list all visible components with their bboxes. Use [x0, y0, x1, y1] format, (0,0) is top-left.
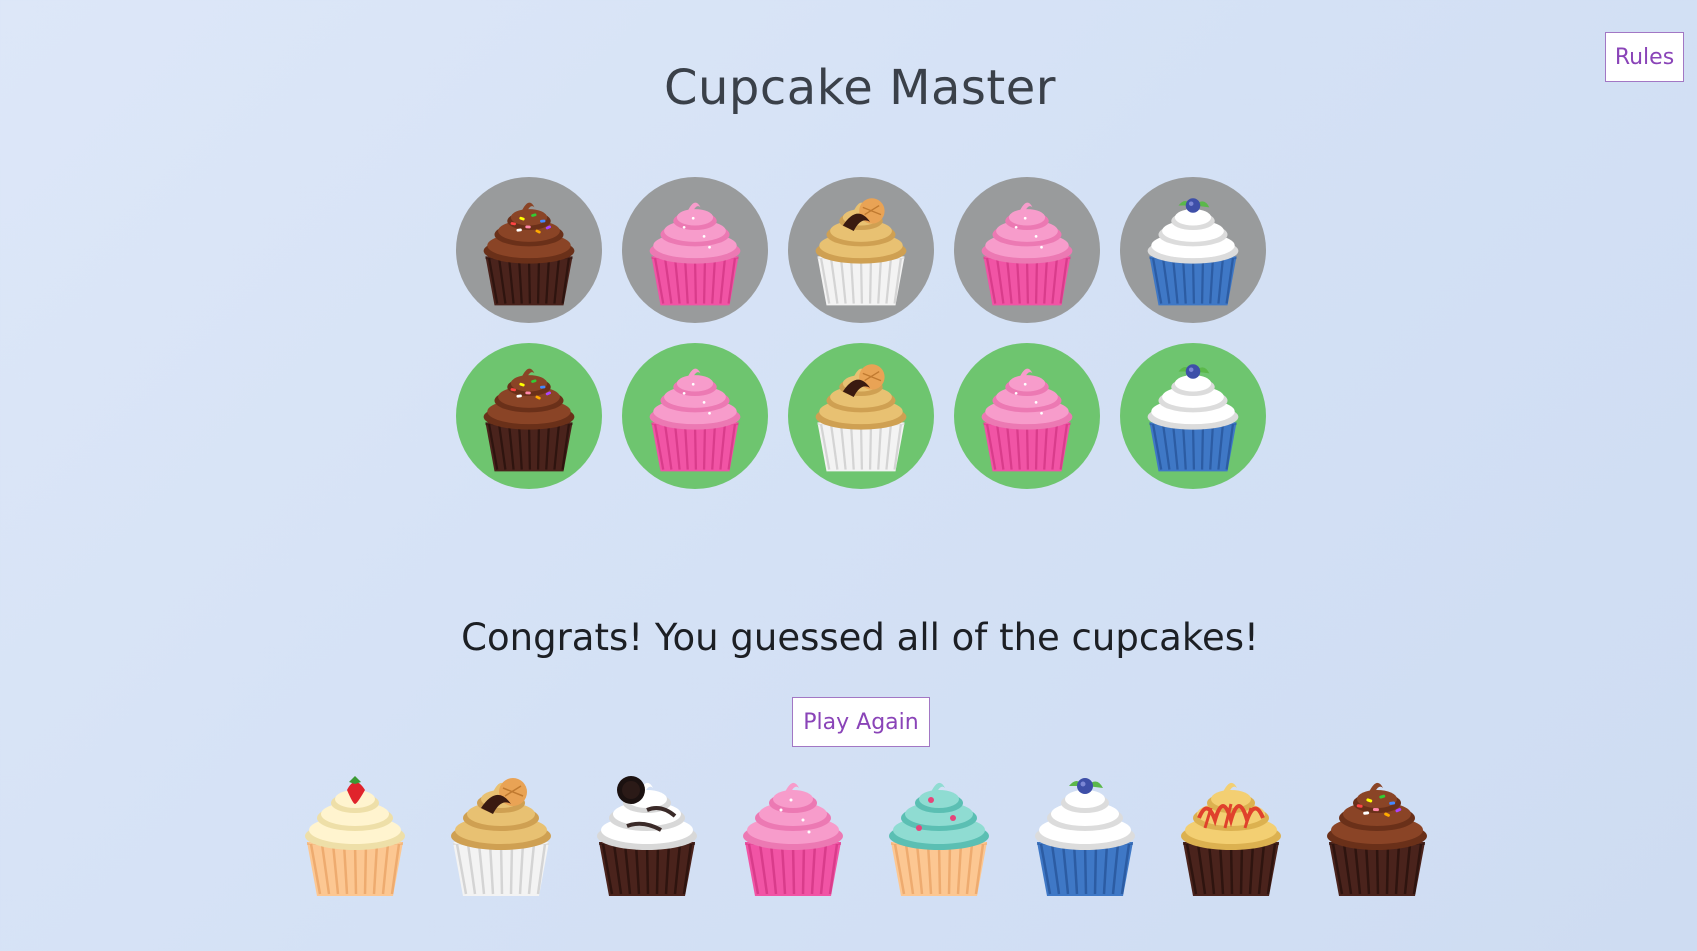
caramel-cookie-cupcake-icon [802, 357, 920, 475]
blueberry-cupcake-icon [1134, 191, 1252, 309]
palette-caramel-cookie-cupcake[interactable] [441, 770, 561, 900]
palette-strawberry-cupcake[interactable] [295, 770, 415, 900]
page-title: Cupcake Master [663, 60, 1056, 116]
answer-slot[interactable] [788, 343, 934, 489]
play-again-button[interactable]: Play Again [792, 697, 930, 747]
guess-slot[interactable] [1120, 177, 1266, 323]
pink-swirl-cupcake-icon [636, 191, 754, 309]
chocolate-sprinkles-cupcake-icon [470, 357, 588, 475]
palette-caramel-drizzle-cupcake[interactable] [1171, 770, 1291, 900]
guess-slot[interactable] [954, 177, 1100, 323]
pink-swirl-cupcake-icon [733, 770, 853, 900]
pink-swirl-cupcake-icon [968, 357, 1086, 475]
guess-row [456, 177, 1266, 323]
caramel-cookie-cupcake-icon [802, 191, 920, 309]
chocolate-sprinkles-cupcake-icon [1317, 770, 1437, 900]
blueberry-cupcake-icon [1134, 357, 1252, 475]
pink-swirl-cupcake-icon [968, 191, 1086, 309]
strawberry-cupcake-icon [295, 770, 415, 900]
palette-mint-cupcake[interactable] [879, 770, 999, 900]
cookies-and-cream-cupcake-icon [587, 770, 707, 900]
answer-row [456, 343, 1266, 489]
palette-blueberry-cupcake[interactable] [1025, 770, 1145, 900]
answer-slot[interactable] [456, 343, 602, 489]
cupcake-palette [295, 770, 1435, 900]
caramel-cookie-cupcake-icon [441, 770, 561, 900]
status-message: Congrats! You guessed all of the cupcake… [461, 616, 1259, 659]
caramel-drizzle-cupcake-icon [1171, 770, 1291, 900]
guess-slot[interactable] [788, 177, 934, 323]
palette-cookies-and-cream-cupcake[interactable] [587, 770, 707, 900]
palette-chocolate-sprinkles-cupcake[interactable] [1317, 770, 1437, 900]
guess-slot[interactable] [622, 177, 768, 323]
chocolate-sprinkles-cupcake-icon [470, 191, 588, 309]
answer-slot[interactable] [954, 343, 1100, 489]
mint-cupcake-icon [879, 770, 999, 900]
palette-pink-swirl-cupcake[interactable] [733, 770, 853, 900]
pink-swirl-cupcake-icon [636, 357, 754, 475]
answer-slot[interactable] [622, 343, 768, 489]
guess-slot[interactable] [456, 177, 602, 323]
answer-slot[interactable] [1120, 343, 1266, 489]
blueberry-cupcake-icon [1025, 770, 1145, 900]
